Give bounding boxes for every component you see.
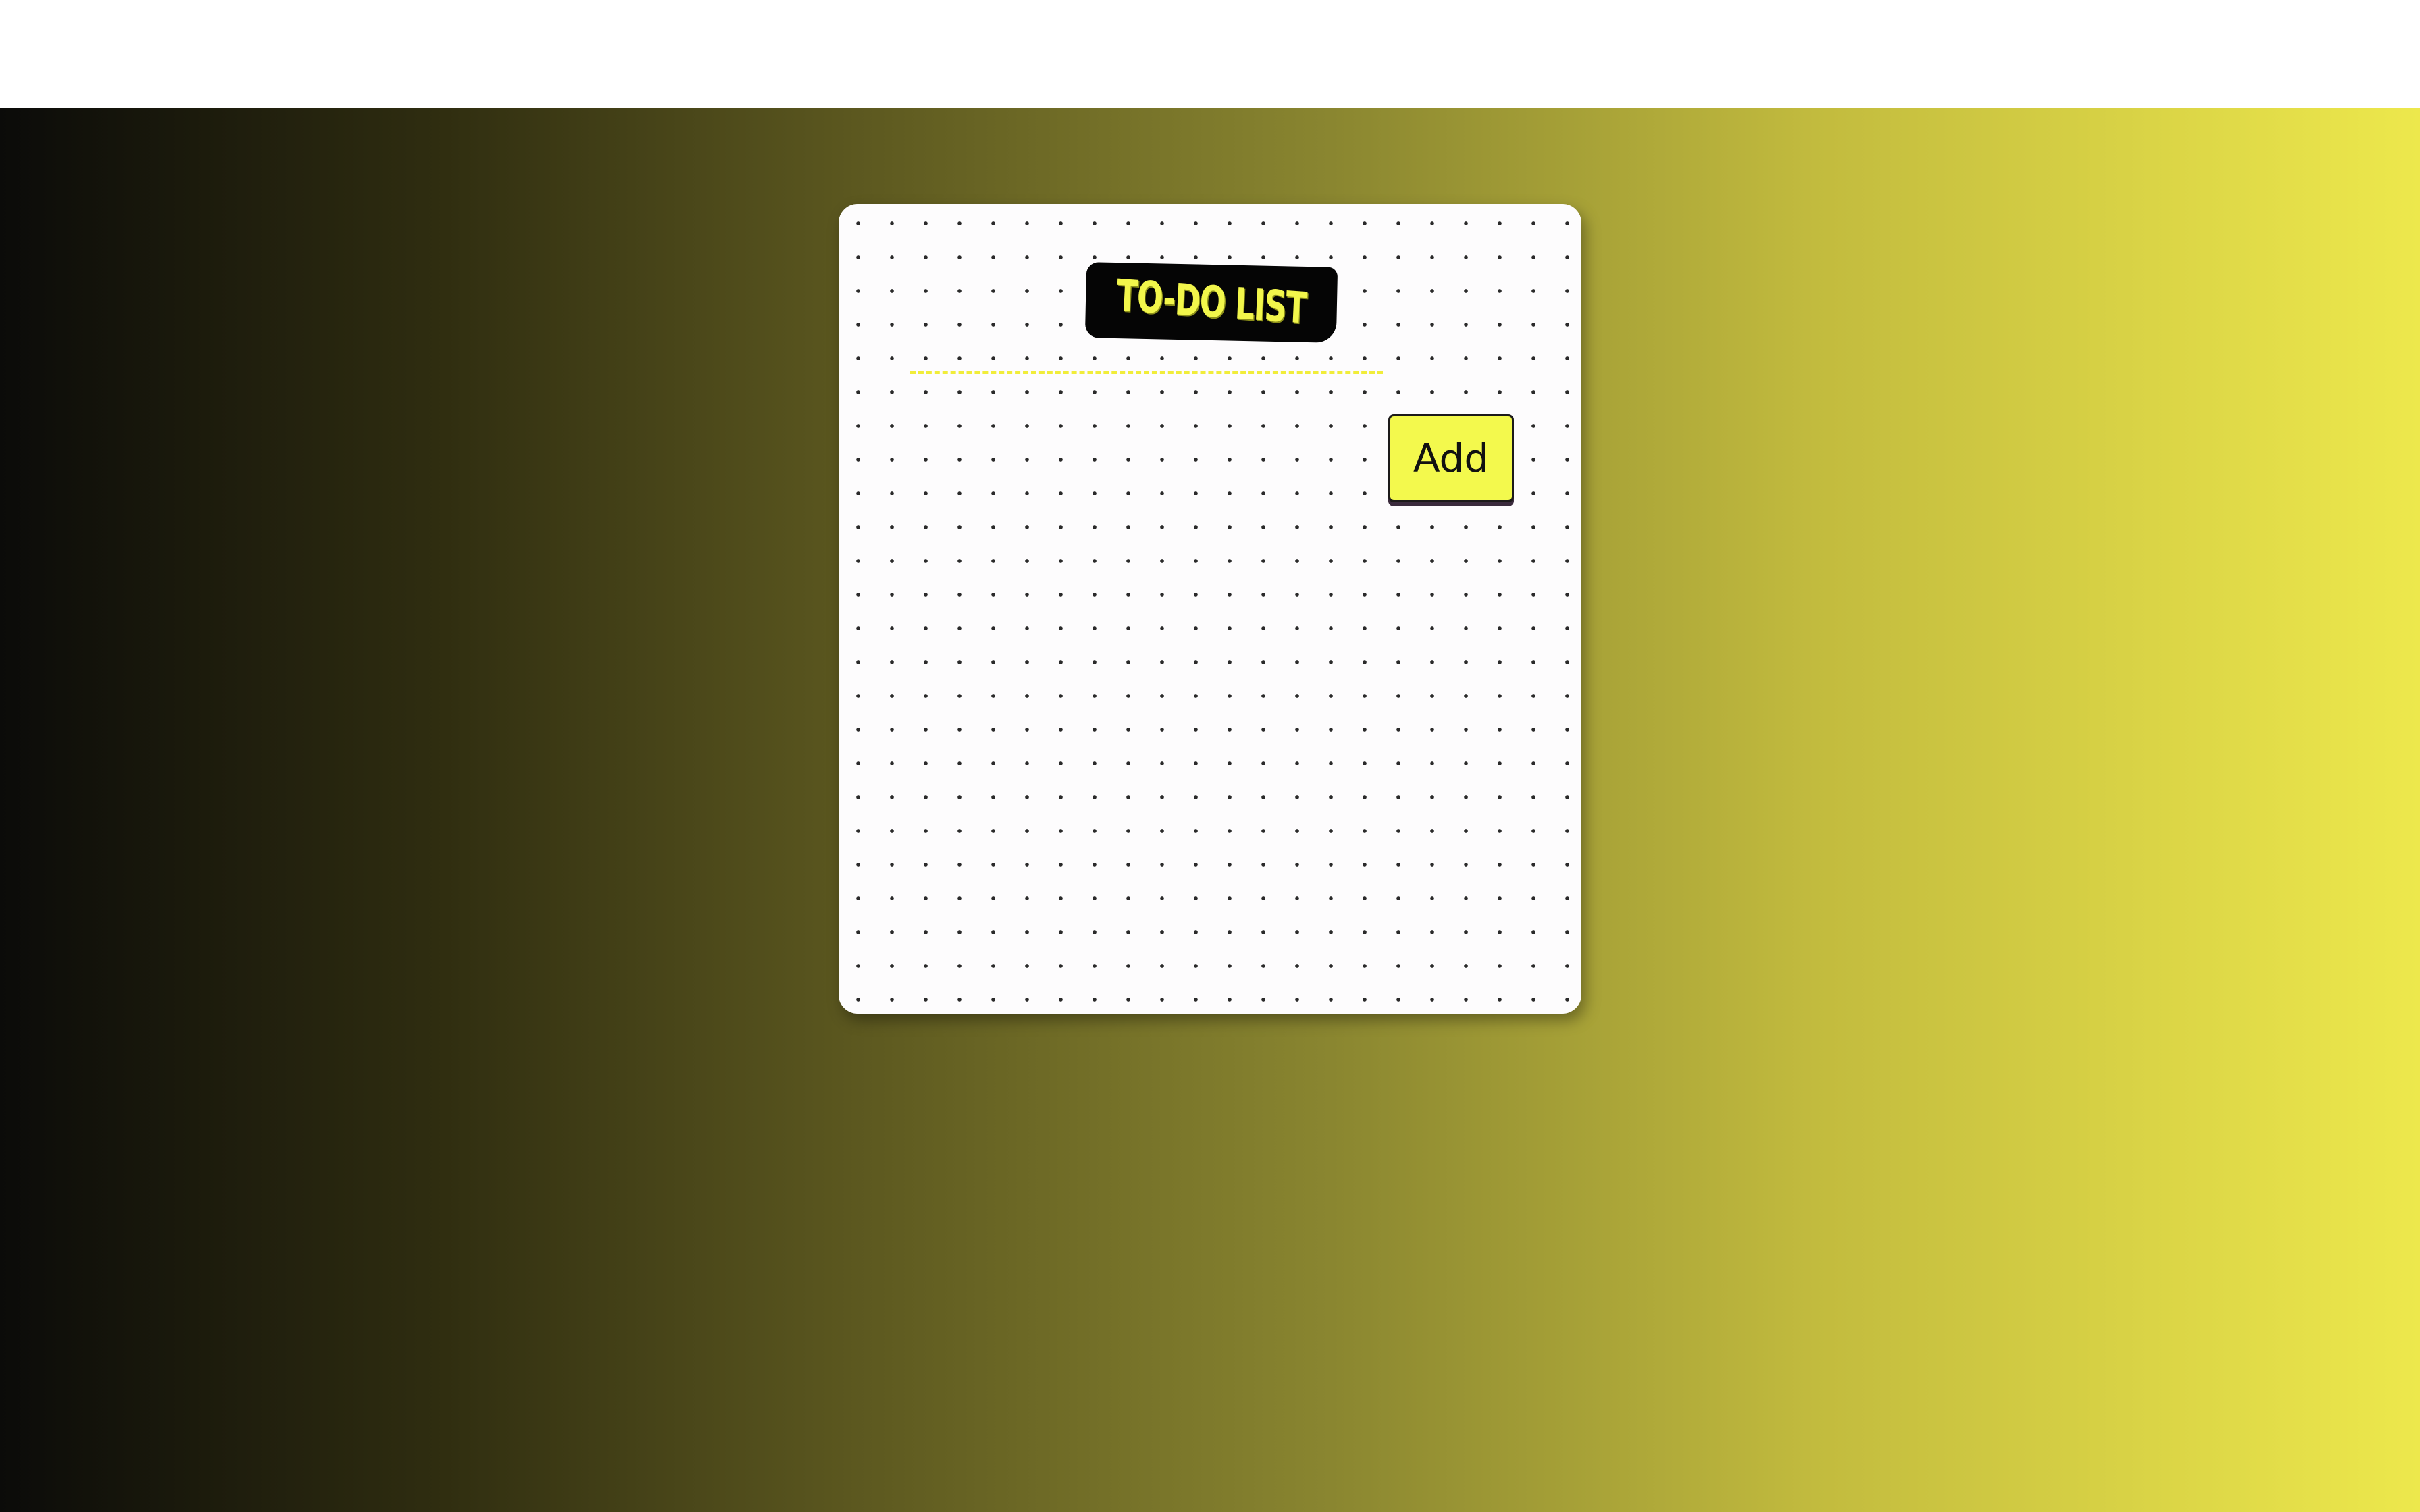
todo-card: TO-DO LIST Add xyxy=(839,204,1581,1014)
task-input[interactable] xyxy=(910,300,1383,374)
add-button[interactable]: Add xyxy=(1388,414,1514,502)
top-blank-bar xyxy=(0,0,2420,108)
